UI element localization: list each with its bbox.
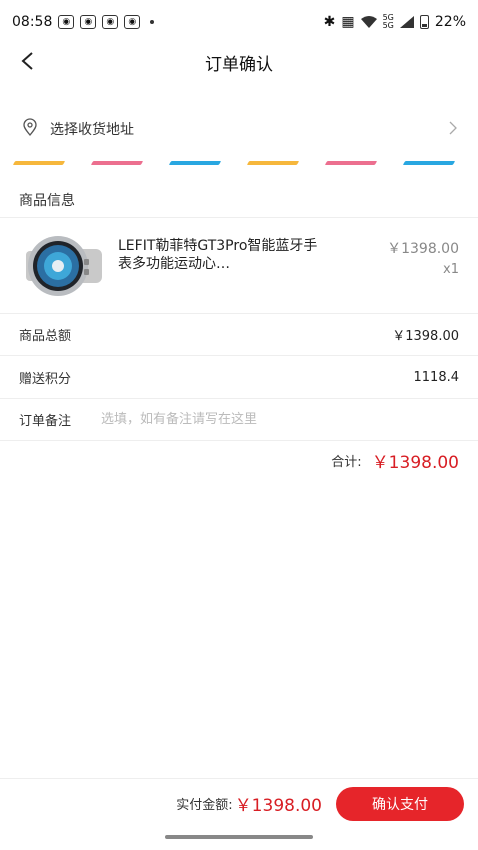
stripe-segment: [90, 161, 144, 165]
back-arrow-icon[interactable]: [16, 50, 38, 72]
battery-icon: [419, 15, 429, 29]
points-row: 赠送积分 1118.4: [0, 357, 478, 399]
total-label: 合计:: [331, 454, 362, 470]
subtotal-label: 商品总额: [19, 329, 72, 344]
subtotal-row: 商品总额 ￥1398.00: [0, 314, 478, 356]
stripe-segment: [12, 161, 66, 165]
pay-amount: ￥1398.00: [234, 796, 322, 816]
select-address-row[interactable]: 选择收货地址: [0, 108, 478, 150]
product-item[interactable]: LEFIT勒菲特GT3Pro智能蓝牙手表多功能运动心… ￥1398.00 x1: [0, 219, 478, 314]
product-name: LEFIT勒菲特GT3Pro智能蓝牙手表多功能运动心…: [118, 238, 318, 272]
more-notifications-dot-icon: [150, 20, 155, 24]
remark-input[interactable]: [99, 411, 459, 428]
select-address-label: 选择收货地址: [50, 122, 134, 138]
total-amount: ￥1398.00: [371, 452, 459, 473]
app-notification-icon: ◉: [58, 15, 75, 29]
app-notification-icon: ◉: [124, 15, 141, 29]
remark-label: 订单备注: [19, 414, 72, 429]
location-pin-icon: [22, 118, 38, 140]
status-bar: 08:58 ◉ ◉ ◉ ◉ ✱ ▦ 5G 5G 22%: [0, 0, 478, 44]
product-image: [26, 236, 102, 296]
points-value: 1118.4: [413, 370, 460, 385]
page-title: 订单确认: [205, 54, 273, 75]
stripe-segment: [402, 161, 456, 165]
nfc-icon: ▦: [341, 14, 355, 30]
cell-signal-icon: [399, 16, 414, 28]
subtotal-value: ￥1398.00: [392, 329, 459, 344]
nav-bar: 订单确认: [0, 44, 478, 80]
stripe-segment: [168, 161, 222, 165]
bluetooth-icon: ✱: [323, 14, 336, 30]
chevron-right-icon: [448, 120, 458, 139]
stripe-segment: [246, 161, 300, 165]
app-notification-icon: ◉: [80, 15, 97, 29]
total-row: 合计: ￥1398.00: [0, 442, 478, 478]
remark-row: 订单备注: [0, 399, 478, 441]
stripe-segment: [324, 161, 378, 165]
app-notification-icon: ◉: [102, 15, 119, 29]
pay-amount-label: 实付金额:: [176, 798, 233, 813]
wifi-icon: [360, 16, 377, 28]
confirm-pay-button[interactable]: 确认支付: [336, 786, 464, 821]
product-quantity: x1: [443, 262, 459, 277]
checkout-bar: 实付金额: ￥1398.00 确认支付: [0, 778, 478, 828]
battery-percent: 22%: [434, 14, 466, 30]
product-info-heading: 商品信息: [0, 182, 478, 218]
network-type-bottom: 5G: [382, 21, 394, 30]
product-price: ￥1398.00: [387, 241, 459, 257]
home-indicator[interactable]: [165, 835, 313, 839]
network-type-indicator: 5G 5G: [383, 14, 394, 30]
points-label: 赠送积分: [19, 372, 72, 387]
status-time: 08:58: [12, 14, 53, 30]
